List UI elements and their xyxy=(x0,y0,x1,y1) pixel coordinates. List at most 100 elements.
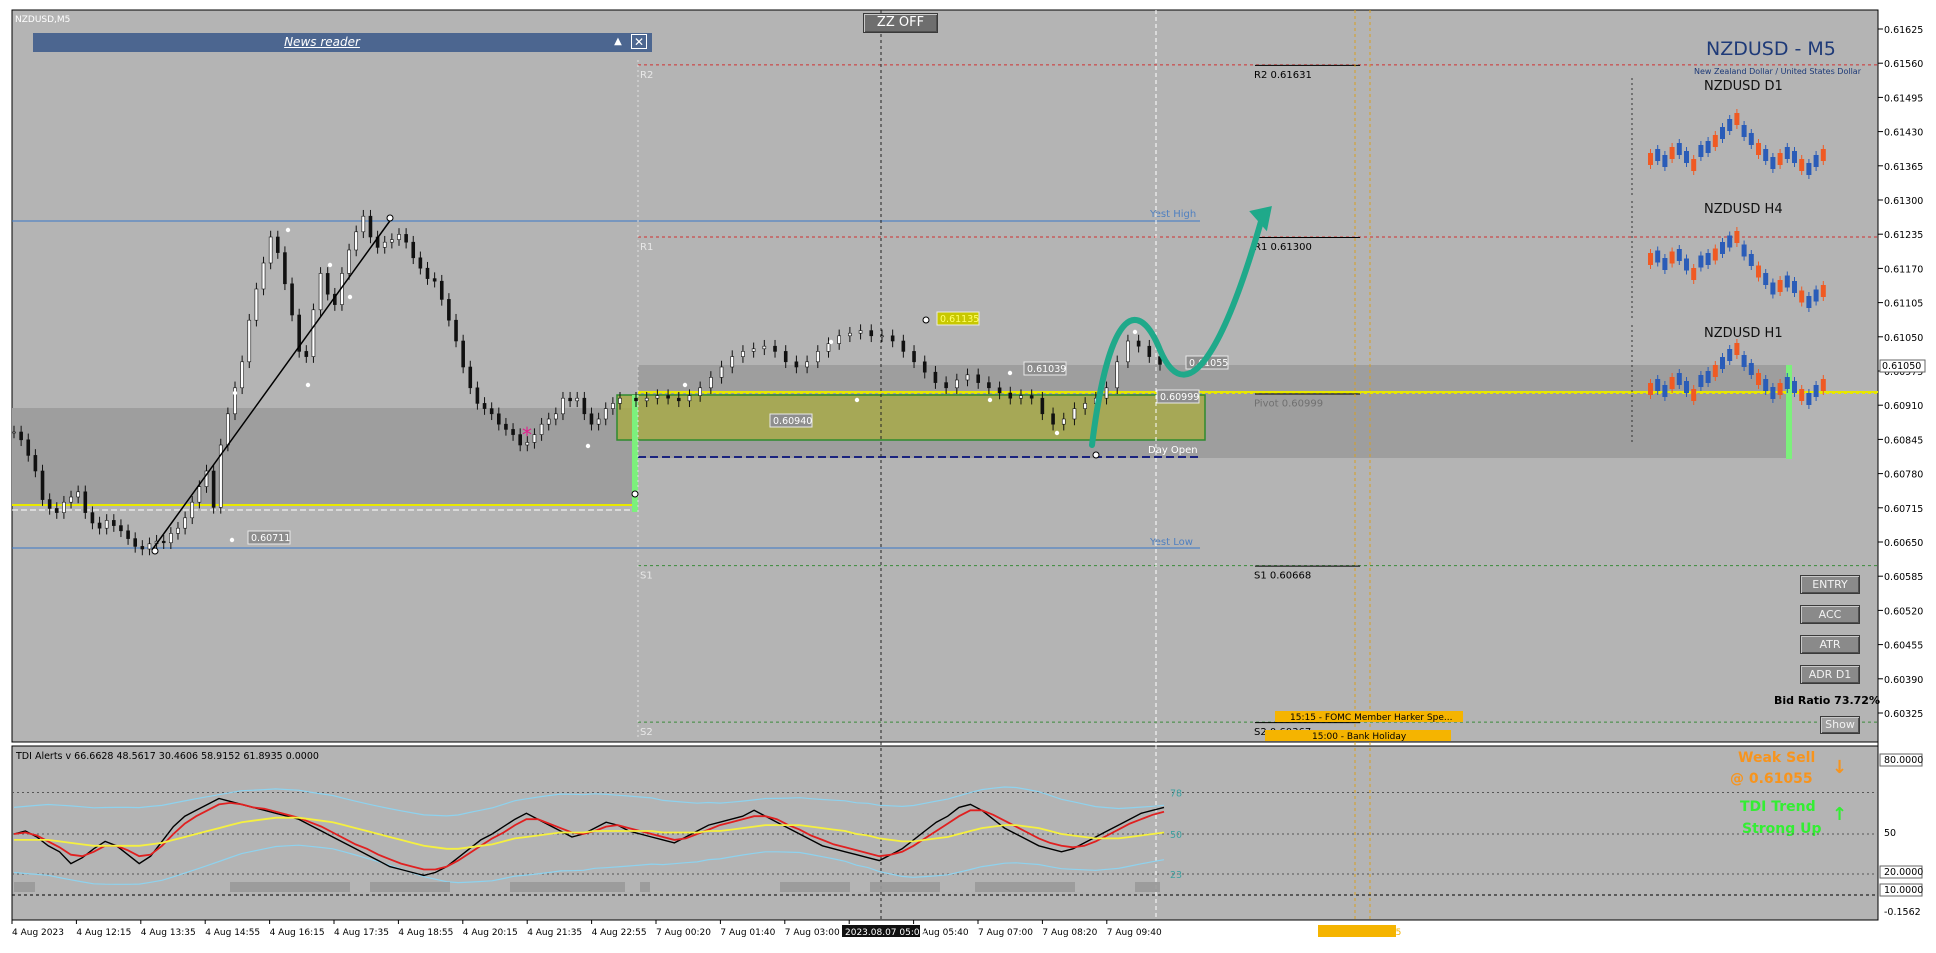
candle-body xyxy=(709,377,713,389)
candle-body xyxy=(805,361,809,368)
price-chart[interactable]: NZDUSD,M5 R2 0.61631 R1 0.61300 Pivot 0.609… xyxy=(0,0,1936,953)
price-axis-label: 0.60520 xyxy=(1884,606,1923,617)
price-tag-text: 0.61039 xyxy=(1027,364,1066,375)
collapse-icon[interactable]: ▲ xyxy=(610,34,626,50)
candle-body xyxy=(1029,395,1034,399)
candle-body xyxy=(147,543,152,550)
session-range-box xyxy=(616,394,1206,441)
indicator-histogram xyxy=(230,882,350,892)
candle-body xyxy=(382,241,387,248)
candle-body xyxy=(33,455,38,472)
candle-body xyxy=(183,517,187,529)
candle-body xyxy=(411,241,416,259)
candle-body xyxy=(54,508,59,513)
adr-d1-button[interactable]: ADR D1 xyxy=(1800,665,1860,684)
candle-body xyxy=(447,299,451,321)
show-button[interactable]: Show xyxy=(1820,716,1860,734)
prev-range-zone xyxy=(12,408,638,506)
price-axis-label: 0.61560 xyxy=(1884,59,1923,70)
candle-body xyxy=(783,351,788,363)
candle-body xyxy=(311,309,316,357)
window-title: NZDUSD,M5 xyxy=(15,15,70,25)
price-tag: 0.60999 xyxy=(1156,389,1200,404)
pattern-dot xyxy=(1132,329,1138,335)
acc-button[interactable]: ACC xyxy=(1800,605,1860,624)
candle-body xyxy=(318,273,323,311)
up-arrow-icon: ↑ xyxy=(1832,804,1847,825)
price-axis-label: 0.60325 xyxy=(1884,709,1923,720)
candle-body xyxy=(104,520,109,529)
pattern-dot xyxy=(585,443,591,449)
price-axis-label: 0.61170 xyxy=(1884,264,1923,275)
candle-body xyxy=(76,491,80,498)
indicator-histogram xyxy=(1135,882,1160,892)
candle-body xyxy=(561,397,565,415)
price-axis-label: 0.61105 xyxy=(1884,299,1923,310)
news-reader-title[interactable]: News reader xyxy=(33,35,611,49)
r2-tag: R2 xyxy=(640,70,653,81)
candle-body xyxy=(719,366,724,378)
candle-body xyxy=(1061,418,1066,425)
candle-body xyxy=(655,395,660,399)
cursor-time-label: 2023.08.07 05:05 xyxy=(845,928,925,938)
candle-body xyxy=(837,335,841,344)
price-axis-label: 0.61300 xyxy=(1884,196,1923,207)
mini-chart-label: NZDUSD H1 xyxy=(1704,326,1783,341)
candle-body xyxy=(1115,361,1120,389)
mini-chart-label: NZDUSD D1 xyxy=(1704,79,1783,94)
swing-marker xyxy=(386,214,394,222)
price-axis-label: 0.60585 xyxy=(1884,572,1923,583)
candle-body xyxy=(1040,397,1045,415)
trend-label: TDI Trend xyxy=(1740,799,1816,815)
price-axis-label: 0.60715 xyxy=(1884,504,1923,515)
zz-toggle-button[interactable]: ZZ OFF xyxy=(863,13,938,33)
candle-body xyxy=(589,413,594,425)
news-reader-bar[interactable]: News reader ▲ ✕ xyxy=(33,33,652,52)
candle-body xyxy=(482,403,487,409)
close-icon[interactable]: ✕ xyxy=(631,34,647,49)
candle-body xyxy=(97,522,102,529)
candle-body xyxy=(976,374,981,383)
candle-body xyxy=(826,343,831,352)
time-axis-label: 7 Aug 08:20 xyxy=(1042,928,1097,938)
candle-body xyxy=(254,288,259,321)
candle-body xyxy=(987,382,991,389)
pattern-dot xyxy=(347,294,353,300)
atr-button[interactable]: ATR xyxy=(1800,635,1860,654)
candle-body xyxy=(603,408,608,420)
candle-body xyxy=(568,397,572,402)
time-axis-label: 7 Aug 07:00 xyxy=(978,928,1033,938)
candle-body xyxy=(112,520,116,526)
pattern-dot xyxy=(682,382,688,388)
candle-body xyxy=(69,496,73,503)
candle-body xyxy=(126,530,130,539)
candle-body xyxy=(880,335,884,338)
swing-marker xyxy=(1092,451,1100,459)
candle-body xyxy=(62,501,66,513)
price-axis-label: 0.61050 xyxy=(1884,333,1923,344)
day-open-label: Day Open xyxy=(1148,445,1198,456)
indicator-histogram xyxy=(510,882,625,892)
candle-body xyxy=(901,340,906,352)
price-axis-label: 0.61235 xyxy=(1884,230,1923,241)
candle-body xyxy=(133,538,137,547)
candle-body xyxy=(997,387,1002,394)
pattern-dot xyxy=(1007,370,1013,376)
time-axis-label: 4 Aug 22:55 xyxy=(592,928,647,938)
candle-body xyxy=(211,470,216,508)
candle-body xyxy=(858,330,863,334)
indicator-histogram xyxy=(780,882,850,892)
time-axis-label: 4 Aug 12:15 xyxy=(76,928,131,938)
entry-button[interactable]: ENTRY xyxy=(1800,575,1860,594)
candle-body xyxy=(698,387,702,396)
time-axis-label: 7 Aug 03:00 xyxy=(785,928,840,938)
price-tag: 0.60711 xyxy=(247,530,291,545)
candle-body xyxy=(12,431,16,434)
event-label: 15:00 - Bank Holiday xyxy=(1312,732,1407,742)
candle-body xyxy=(582,397,587,415)
candle-body xyxy=(1019,395,1023,399)
indicator-histogram xyxy=(975,882,1075,892)
sell-signal-price: @ 0.61055 xyxy=(1730,771,1813,787)
candle-body xyxy=(475,387,480,404)
candle-body xyxy=(634,397,638,402)
